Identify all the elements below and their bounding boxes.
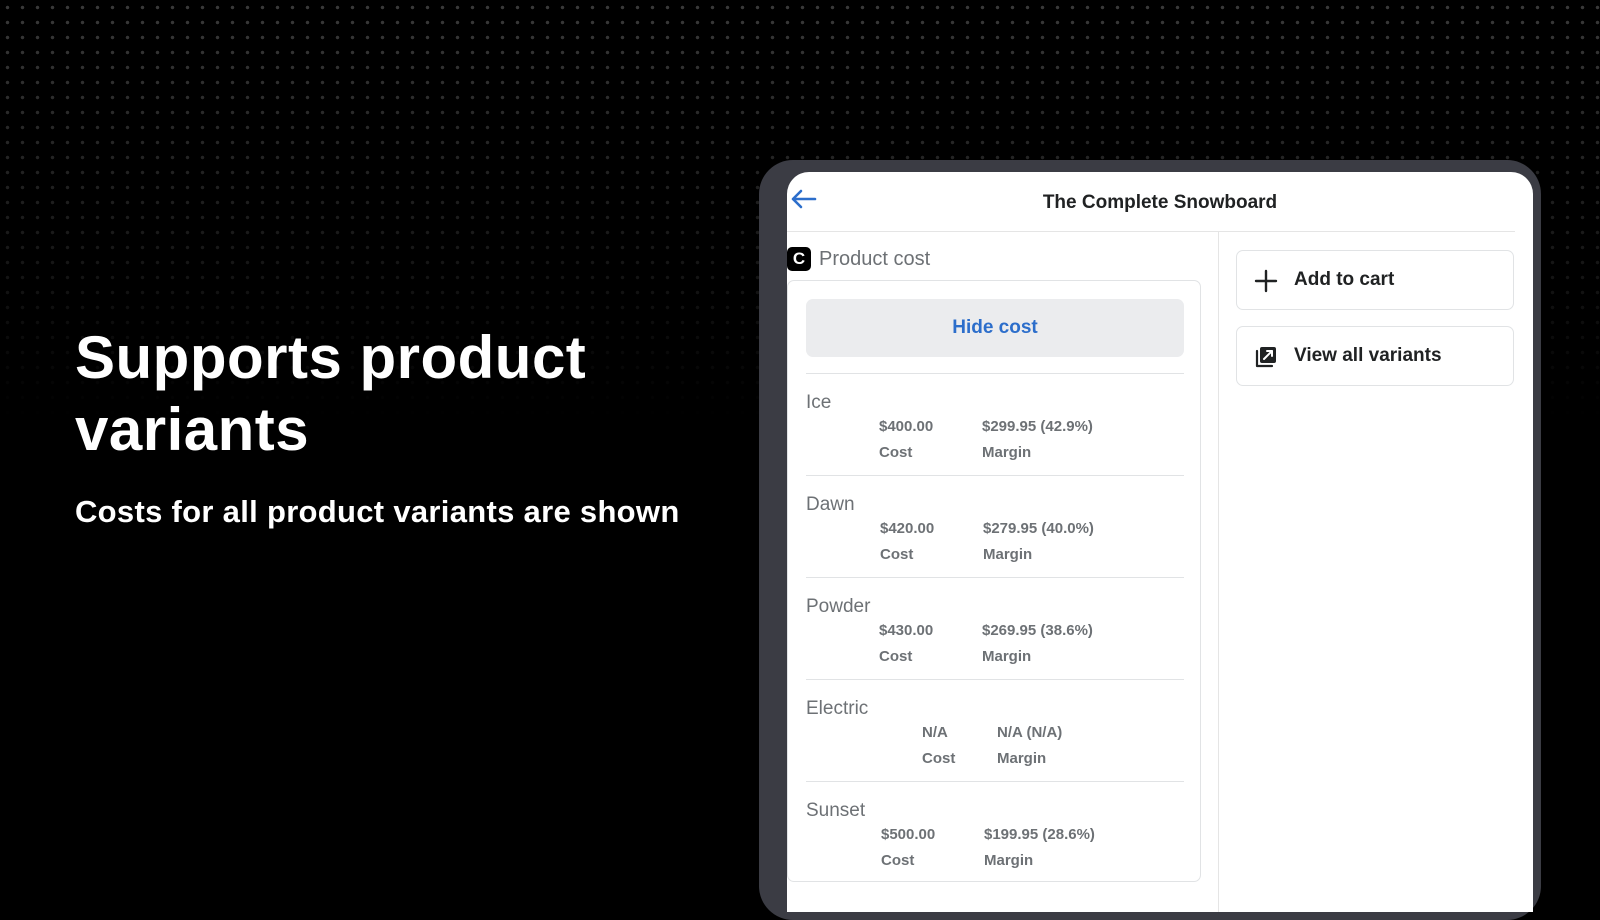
view-all-variants-button[interactable]: View all variants: [1236, 326, 1514, 386]
variant-row-electric: Electric N/A Cost N/A (N/A) Margin: [806, 679, 1184, 781]
variant-margin: $199.95 (28.6%) Margin: [984, 822, 1095, 874]
promo-subline: Costs for all product variants are shown: [75, 494, 680, 529]
app-logo-icon: C: [787, 247, 811, 271]
variant-cost: N/A Cost: [922, 720, 955, 772]
cost-label: Cost: [881, 852, 915, 869]
variant-name: Ice: [806, 392, 832, 413]
margin-value: $269.95 (38.6%): [982, 622, 1093, 639]
variant-margin: N/A (N/A) Margin: [997, 720, 1062, 772]
page-title: The Complete Snowboard: [1042, 192, 1278, 213]
promo-headline: Supports product variants: [75, 324, 587, 463]
variant-row-sunset: Sunset $500.00 Cost $199.95 (28.6%) Marg…: [806, 781, 1184, 883]
variant-margin: $299.95 (42.9%) Margin: [982, 414, 1093, 466]
top-bar-divider: [787, 231, 1515, 232]
variant-cost: $430.00 Cost: [879, 618, 933, 670]
margin-value: $279.95 (40.0%): [983, 520, 1094, 537]
app-top-bar: The Complete Snowboard: [787, 172, 1533, 232]
cost-label: Cost: [922, 750, 956, 767]
margin-label: Margin: [983, 546, 1033, 563]
variant-name: Electric: [806, 698, 869, 719]
section-title: Product cost: [819, 247, 931, 270]
variant-row-dawn: Dawn $420.00 Cost $279.95 (40.0%) Margin: [806, 475, 1184, 577]
cost-value: $400.00: [879, 418, 934, 435]
cost-value: $420.00: [880, 520, 935, 537]
cost-value: N/A: [922, 724, 948, 741]
margin-label: Margin: [982, 444, 1032, 461]
plus-icon: [1253, 268, 1279, 294]
cost-label: Cost: [880, 546, 914, 563]
hide-cost-button[interactable]: Hide cost: [806, 299, 1184, 357]
variant-name: Powder: [806, 596, 871, 617]
app-screen: The Complete Snowboard C Product cost Hi…: [787, 172, 1533, 912]
margin-value: N/A (N/A): [997, 724, 1063, 741]
add-to-cart-button[interactable]: Add to cart: [1236, 250, 1514, 310]
cost-value: $430.00: [879, 622, 934, 639]
variant-margin: $269.95 (38.6%) Margin: [982, 618, 1093, 670]
margin-label: Margin: [997, 750, 1047, 767]
margin-value: $299.95 (42.9%): [982, 418, 1093, 435]
variant-name: Sunset: [806, 800, 866, 821]
variant-cost: $400.00 Cost: [879, 414, 933, 466]
variant-cost: $500.00 Cost: [881, 822, 935, 874]
cost-label: Cost: [879, 648, 913, 665]
column-divider: [1218, 232, 1219, 912]
section-header: C Product cost: [787, 246, 930, 272]
cost-label: Cost: [879, 444, 913, 461]
view-all-variants-label: View all variants: [1294, 345, 1442, 366]
variants-icon: [1253, 344, 1279, 370]
back-arrow-icon[interactable]: [787, 184, 825, 214]
variant-margin: $279.95 (40.0%) Margin: [983, 516, 1094, 568]
margin-value: $199.95 (28.6%): [984, 826, 1095, 843]
cost-value: $500.00: [881, 826, 936, 843]
variant-cost: $420.00 Cost: [880, 516, 934, 568]
margin-label: Margin: [982, 648, 1032, 665]
variant-row-ice: Ice $400.00 Cost $299.95 (42.9%) Margin: [806, 373, 1184, 475]
margin-label: Margin: [984, 852, 1034, 869]
variant-row-powder: Powder $430.00 Cost $269.95 (38.6%) Marg…: [806, 577, 1184, 679]
add-to-cart-label: Add to cart: [1294, 269, 1395, 290]
variant-name: Dawn: [806, 494, 855, 515]
product-cost-card: Hide cost Ice $400.00 Cost $299.95 (42.9…: [787, 280, 1201, 882]
